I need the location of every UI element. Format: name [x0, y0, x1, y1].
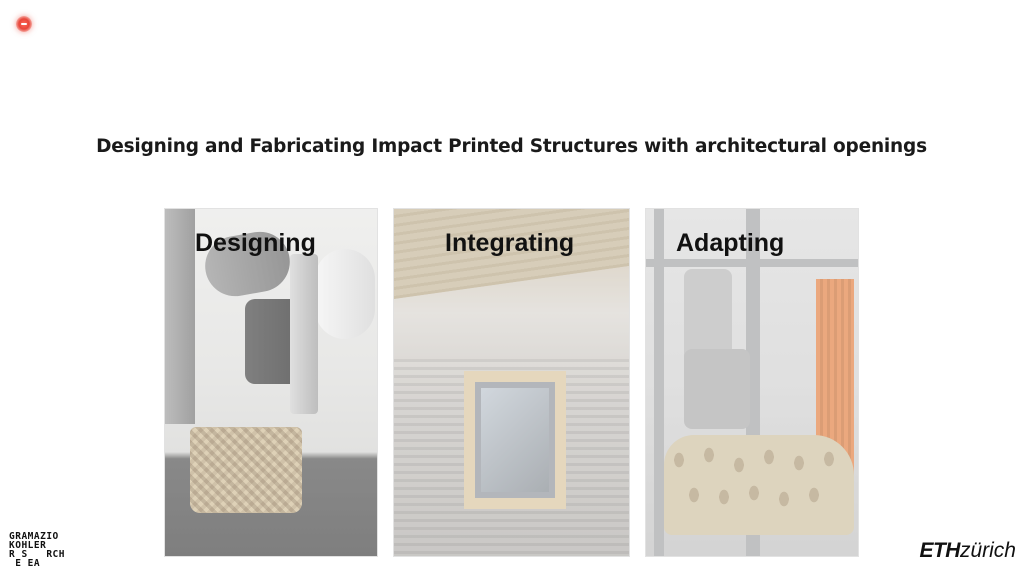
presentation-slide: Designing and Fabricating Impact Printed…	[0, 0, 1023, 577]
zurich-logo-text: zürich	[959, 539, 1016, 562]
record-indicator-icon[interactable]	[16, 16, 32, 32]
card-integrating: Integrating	[393, 208, 630, 557]
card-designing: Designing	[164, 208, 378, 557]
card-label-integrating: Integrating	[445, 229, 575, 257]
gramazio-kohler-logo: GRAMAZIO KOHLER R S RCH E EA	[9, 531, 65, 569]
eth-zurich-logo: ETHzürich	[919, 538, 1016, 563]
eth-logo-text: ETH	[919, 539, 960, 562]
card-adapting: Adapting	[645, 208, 859, 557]
slide-title: Designing and Fabricating Impact Printed…	[96, 136, 927, 157]
card-label-adapting: Adapting	[676, 229, 785, 257]
card-label-designing: Designing	[195, 229, 316, 257]
